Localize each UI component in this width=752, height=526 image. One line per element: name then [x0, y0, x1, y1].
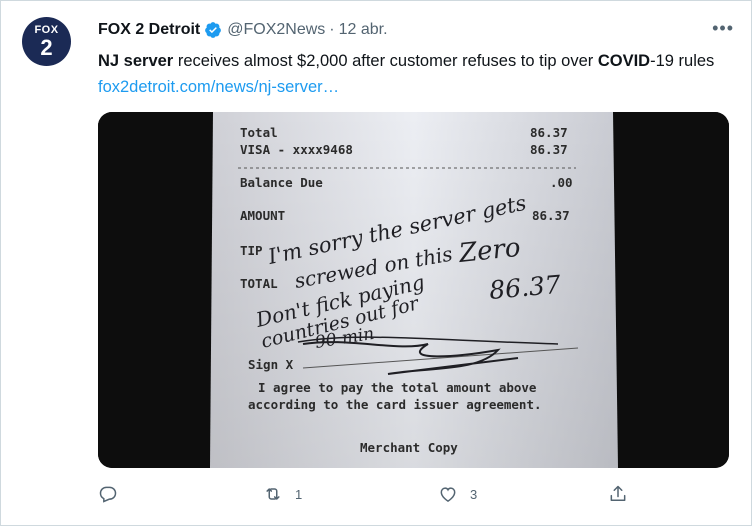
separator-dot: · [329, 21, 335, 38]
share-icon [610, 485, 626, 501]
receipt-photo: Total 86.37 VISA - xxxx9468 86.37 Balanc… [98, 112, 729, 468]
verified-badge-icon [205, 22, 222, 38]
receipt-visa-label: VISA - xxxx9468 [240, 142, 353, 157]
article-link[interactable]: fox2detroit.com/news/nj-server… [98, 78, 339, 96]
receipt-total-value: 86.37 [530, 125, 568, 140]
like-count: 3 [470, 486, 478, 502]
retweet-count: 1 [295, 486, 303, 502]
more-options-icon[interactable]: ••• [712, 18, 734, 39]
tweet-text-part-1: receives almost $2,000 after customer re… [173, 52, 598, 70]
avatar-logo-text: FOX [34, 23, 59, 36]
receipt-amount-value: 86.37 [532, 208, 570, 223]
reply-button[interactable] [98, 484, 130, 504]
tweet-actions: 1 3 [98, 484, 638, 508]
tweet-text-bold-1: NJ server [98, 52, 174, 70]
receipt-merchant-copy: Merchant Copy [360, 440, 458, 455]
avatar[interactable]: FOX 2 [22, 17, 71, 66]
tweet-text: NJ server receives almost $2,000 after c… [98, 48, 728, 100]
tweet-header: FOX 2 Detroit @FOX2News · 12 abr. [98, 21, 388, 39]
receipt-visa-value: 86.37 [530, 142, 568, 157]
tweet-media[interactable]: Total 86.37 VISA - xxxx9468 86.37 Balanc… [98, 112, 729, 468]
account-name[interactable]: FOX 2 Detroit [98, 21, 200, 39]
receipt-total2-label: TOTAL [240, 276, 278, 291]
receipt-agree-line-2: according to the card issuer agreement. [248, 397, 542, 412]
heart-icon [440, 487, 456, 502]
tweet-date[interactable]: 12 abr. [339, 21, 388, 39]
retweet-icon [266, 488, 280, 500]
receipt-total-label: Total [240, 125, 278, 140]
tweet-text-part-2: -19 rules [650, 52, 715, 70]
retweet-button[interactable]: 1 [263, 484, 302, 504]
receipt-amount-label: AMOUNT [240, 208, 285, 223]
reply-icon [99, 486, 117, 503]
receipt-balance-label: Balance Due [240, 175, 323, 190]
like-button[interactable]: 3 [438, 484, 477, 504]
avatar-logo-number: 2 [40, 34, 53, 60]
receipt-balance-value: .00 [550, 175, 573, 190]
share-button[interactable] [608, 484, 640, 504]
receipt-agree-line-1: I agree to pay the total amount above [258, 380, 537, 395]
account-handle[interactable]: @FOX2News [227, 21, 325, 39]
receipt-sign-label: Sign X [248, 357, 294, 372]
tweet-text-bold-2: COVID [597, 52, 651, 70]
receipt-tip-label: TIP [240, 243, 263, 258]
